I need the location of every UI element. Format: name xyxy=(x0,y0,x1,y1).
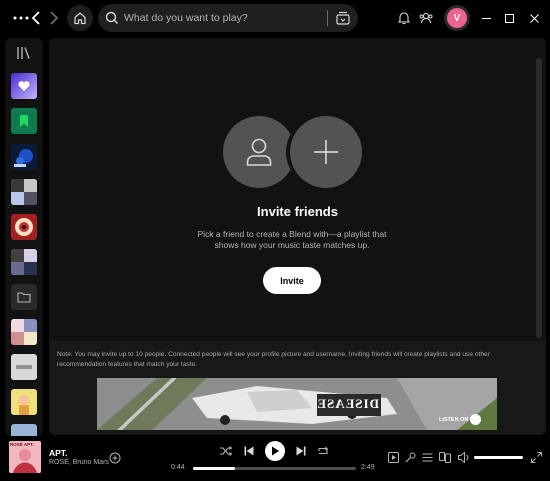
ad-image xyxy=(97,378,497,430)
plus-icon xyxy=(314,140,338,164)
user-avatar-placeholder xyxy=(223,116,295,188)
playlist-cover-icon xyxy=(15,218,33,236)
browse-icon[interactable] xyxy=(335,10,351,26)
volume-slider[interactable] xyxy=(474,456,523,459)
sidebar-item-playlist-grid-2[interactable] xyxy=(11,249,37,275)
blend-avatars xyxy=(223,116,363,188)
volume-fill xyxy=(474,456,523,459)
search-input[interactable] xyxy=(124,4,324,32)
ad-brand-text: DISEASE xyxy=(316,396,379,411)
lyrics-icon[interactable] xyxy=(404,451,416,463)
search-icon xyxy=(105,11,119,25)
person-icon xyxy=(246,138,272,166)
sidebar-item-playlist-yellow[interactable] xyxy=(11,389,37,415)
sidebar-item-playlist-red[interactable] xyxy=(11,214,37,240)
close-icon[interactable] xyxy=(527,0,541,36)
profile-avatar[interactable]: V xyxy=(447,8,467,28)
bell-icon[interactable] xyxy=(395,0,413,36)
previous-track-icon[interactable] xyxy=(242,444,256,458)
progress-fill xyxy=(193,467,236,470)
now-playing-view-icon[interactable] xyxy=(387,451,399,463)
add-to-library-icon[interactable] xyxy=(108,451,122,465)
add-friend-avatar[interactable] xyxy=(290,116,362,188)
shuffle-icon[interactable] xyxy=(219,444,233,458)
volume-icon[interactable] xyxy=(457,451,471,463)
next-track-icon[interactable] xyxy=(294,444,308,458)
library-icon[interactable] xyxy=(16,46,32,60)
scrollbar[interactable] xyxy=(536,58,542,338)
invite-note: Note: You may invite up to 10 people. Co… xyxy=(57,351,490,368)
sidebar-item-playlist-photo[interactable] xyxy=(11,319,37,345)
top-bar: V xyxy=(0,0,550,36)
ad-listen-text: LISTEN ON xyxy=(439,417,469,423)
search-divider xyxy=(327,10,328,26)
sidebar-item-playlist-grid-1[interactable] xyxy=(11,179,37,205)
sidebar-item-folder[interactable] xyxy=(11,284,37,310)
home-button[interactable] xyxy=(67,5,93,31)
invite-button[interactable]: Invite xyxy=(263,267,321,294)
track-artist[interactable]: ROSÉ, Bruno Mars xyxy=(49,459,109,466)
forward-arrow-icon[interactable] xyxy=(46,0,62,36)
maximize-icon[interactable] xyxy=(502,0,516,36)
time-elapsed: 0:44 xyxy=(171,464,185,471)
sidebar-item-playlist-light[interactable] xyxy=(11,354,37,380)
playlist-cover-icon xyxy=(11,179,37,205)
sidebar-item-your-episodes[interactable] xyxy=(11,108,37,134)
back-arrow-icon[interactable] xyxy=(28,0,44,36)
play-button[interactable] xyxy=(265,441,285,461)
minimize-icon[interactable] xyxy=(479,0,493,36)
blend-invite-section: Invite friends Pick a friend to create a… xyxy=(49,38,546,341)
playlist-cover-icon xyxy=(11,249,37,275)
connect-device-icon[interactable] xyxy=(439,451,451,463)
progress-bar[interactable] xyxy=(193,467,356,470)
sidebar-item-playlist-bottom[interactable] xyxy=(11,424,37,436)
queue-icon[interactable] xyxy=(421,451,433,463)
cover-text: ROSÉ APT. xyxy=(10,442,34,447)
search-bar[interactable] xyxy=(98,4,358,32)
heart-icon xyxy=(18,81,30,91)
sidebar-item-playlist-blue[interactable] xyxy=(11,144,37,170)
fullscreen-icon[interactable] xyxy=(530,451,542,463)
invite-description: Pick a friend to create a Blend with—a p… xyxy=(197,229,387,250)
playlist-cover-icon xyxy=(14,149,33,167)
note-section: Note: You may invite up to 10 people. Co… xyxy=(49,341,546,435)
main-panel: Invite friends Pick a friend to create a… xyxy=(49,38,546,435)
bookmark-icon xyxy=(20,115,28,127)
friend-activity-icon[interactable] xyxy=(417,0,435,36)
ad-banner[interactable]: DISEASE LISTEN ON xyxy=(97,378,497,430)
player-bar: ROSÉ APT. APT. ROSÉ, Bruno Mars 0:44 2:4… xyxy=(0,437,550,481)
repeat-icon[interactable] xyxy=(316,444,330,458)
library-sidebar xyxy=(5,38,43,436)
playlist-cover-icon xyxy=(11,319,37,345)
sidebar-item-liked-songs[interactable] xyxy=(11,73,37,99)
page-title: Invite friends xyxy=(257,204,338,219)
home-icon xyxy=(74,12,86,25)
track-title[interactable]: APT. xyxy=(49,448,67,458)
playlist-cover-icon xyxy=(16,365,32,369)
now-playing-cover[interactable]: ROSÉ APT. xyxy=(9,441,41,473)
time-total: 2:49 xyxy=(361,464,375,471)
spotify-logo-icon xyxy=(470,414,481,425)
play-icon xyxy=(272,446,279,456)
folder-icon xyxy=(17,292,31,303)
playlist-cover-icon xyxy=(19,395,29,415)
